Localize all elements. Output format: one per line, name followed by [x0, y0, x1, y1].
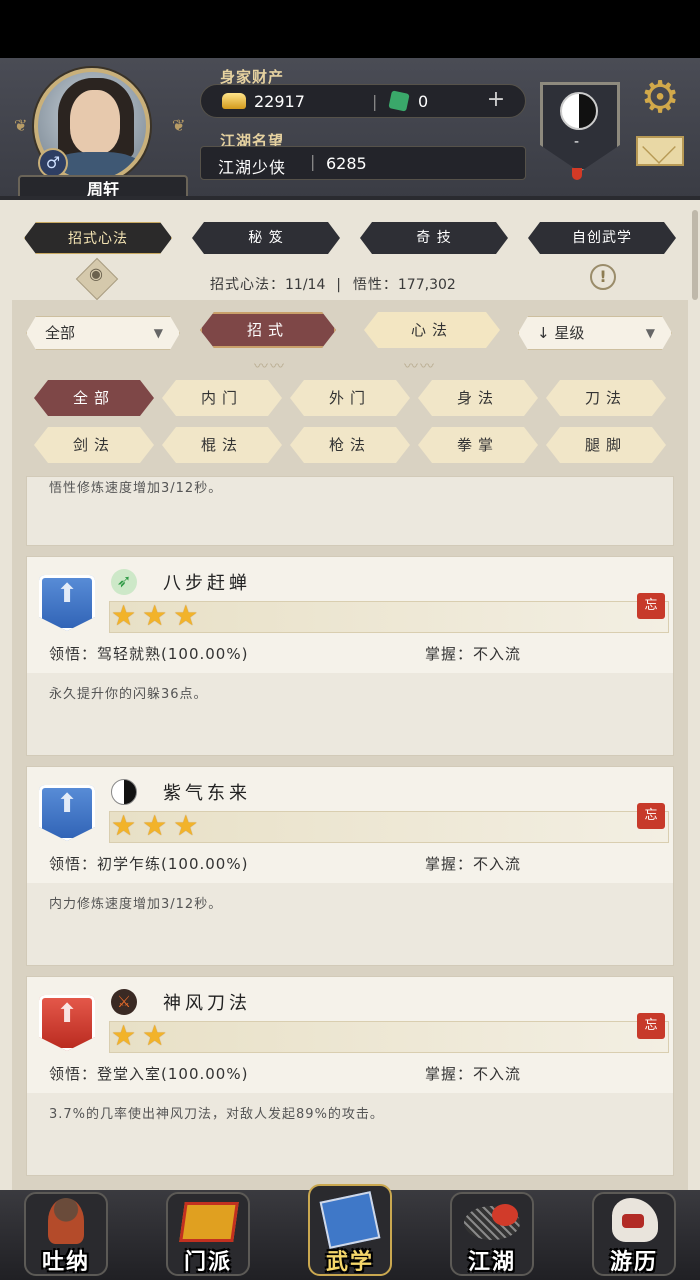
- chip-inner[interactable]: 内门: [162, 380, 282, 416]
- skill-name: 神风刀法: [163, 993, 251, 1014]
- tassel-ornament: [572, 168, 582, 180]
- star-rating: ★★★: [111, 809, 205, 842]
- mastery-value: 不入流: [473, 1065, 522, 1083]
- male-gender-icon: ♂: [38, 148, 68, 178]
- leaf-step-icon: ➶: [111, 569, 137, 595]
- chip-all[interactable]: 全部: [34, 380, 154, 416]
- list-item[interactable]: 悟性修炼速度增加3/12秒。: [26, 476, 674, 546]
- tab-self-created[interactable]: 自创武学: [528, 222, 676, 254]
- monk-icon: [48, 1198, 84, 1244]
- sort-down-icon: ↓: [537, 324, 550, 342]
- gold-ingot-icon: [222, 93, 246, 109]
- chip-leg[interactable]: 腿脚: [546, 427, 666, 463]
- mastery-value: 不入流: [473, 855, 522, 873]
- skill-description: 永久提升你的闪躲36点。: [49, 687, 208, 702]
- blade-skill-icon: ⚔: [111, 989, 137, 1015]
- skill-stats: 招式心法：11/14 | 悟性：177,302: [210, 277, 456, 293]
- skill-description: 3.7%的几率使出神风刀法，对敌人发起89%的攻击。: [49, 1107, 384, 1122]
- star-rating: ★★: [111, 1019, 174, 1052]
- filter-moves[interactable]: 招式: [200, 312, 336, 348]
- skill-name: 八步赶蝉: [163, 573, 251, 594]
- taiji-icon: [560, 92, 598, 130]
- chevron-down-icon: ▼: [153, 326, 163, 340]
- gold-amount: 22917: [254, 92, 305, 111]
- skill-card[interactable]: ⬆ ➶ 八步赶蝉 ★★★ 忘 领悟：驾轻就熟(100.00%) 掌握：不入流 永…: [26, 556, 674, 756]
- nav-sect[interactable]: 门派: [152, 1184, 264, 1280]
- sect-banner-icon: [179, 1202, 239, 1242]
- taiji-skill-icon: [111, 779, 137, 805]
- nav-travel[interactable]: 游历: [578, 1184, 690, 1280]
- chip-staff[interactable]: 棍法: [162, 427, 282, 463]
- mail-icon[interactable]: [636, 136, 684, 166]
- tab-secret-manual[interactable]: 秘 笈: [192, 222, 340, 254]
- comprehension-value: 初学乍练(100.00%): [97, 855, 249, 873]
- fish-icon: [492, 1204, 518, 1226]
- comprehension-value: 驾轻就熟(100.00%): [97, 645, 249, 663]
- mastery-value: 不入流: [473, 645, 522, 663]
- wing-ornament-left: ❦: [14, 116, 28, 135]
- chip-body-method[interactable]: 身法: [418, 380, 538, 416]
- eye-icon[interactable]: [76, 260, 116, 296]
- star-rating: ★★★: [111, 599, 205, 632]
- forget-icon[interactable]: 忘: [637, 593, 665, 619]
- forget-icon[interactable]: 忘: [637, 1013, 665, 1039]
- chip-spear[interactable]: 枪法: [290, 427, 410, 463]
- gear-icon[interactable]: ⚙: [636, 76, 684, 124]
- wing-ornament-right: ❦: [172, 116, 186, 135]
- sect-value: -: [574, 134, 580, 150]
- tab-special-skill[interactable]: 奇 技: [360, 222, 508, 254]
- chip-blade[interactable]: 刀法: [546, 380, 666, 416]
- skill-name: 紫气东来: [163, 783, 251, 804]
- reputation-title: 江湖少侠: [218, 158, 287, 177]
- rank-up-icon: ⬆: [56, 579, 78, 609]
- sort-dropdown[interactable]: ↓ 星级 ▼: [518, 316, 672, 350]
- jade-amount: 0: [418, 92, 429, 111]
- jade-icon: [388, 90, 410, 112]
- player-header: ❦ ❦ ♂ 周轩 身家财产 22917 | 0 + 江湖名望 江湖少侠 | 62…: [0, 58, 700, 205]
- nav-martial-arts[interactable]: 武学: [294, 1184, 406, 1280]
- skill-card[interactable]: ⬆ 紫气东来 ★★★ 忘 领悟：初学乍练(100.00%) 掌握：不入流 内力修…: [26, 766, 674, 966]
- reputation-value: 6285: [326, 154, 367, 173]
- scrollbar[interactable]: [692, 210, 698, 300]
- chip-sword[interactable]: 剑法: [34, 427, 154, 463]
- forget-icon[interactable]: 忘: [637, 803, 665, 829]
- currency-bar: [200, 84, 526, 118]
- skill-description: 悟性修炼速度增加3/12秒。: [49, 481, 223, 496]
- nav-jianghu[interactable]: 江湖: [436, 1184, 548, 1280]
- info-icon[interactable]: !: [590, 264, 616, 290]
- nav-breathing[interactable]: 吐纳: [10, 1184, 122, 1280]
- chevron-down-icon: ▼: [645, 326, 655, 340]
- status-bar-blank: [0, 0, 700, 58]
- category-dropdown[interactable]: 全部 ▼: [26, 316, 180, 350]
- skill-list[interactable]: 悟性修炼速度增加3/12秒。 ⬆ ➶ 八步赶蝉 ★★★ 忘 领悟：驾轻就熟(10…: [26, 476, 674, 1176]
- comprehension-value: 登堂入室(100.00%): [97, 1065, 249, 1083]
- rank-up-icon: ⬆: [56, 999, 78, 1029]
- rank-up-icon: ⬆: [56, 789, 78, 819]
- skill-description: 内力修炼速度增加3/12秒。: [49, 897, 223, 912]
- tab-moves-heart[interactable]: 招式心法: [24, 222, 172, 254]
- filter-heart-method[interactable]: 心法: [364, 312, 500, 348]
- martial-arts-panel: 招式心法 秘 笈 奇 技 自创武学 招式心法：11/14 | 悟性：177,30…: [0, 200, 700, 1190]
- chip-outer[interactable]: 外门: [290, 380, 410, 416]
- chip-fist[interactable]: 拳掌: [418, 427, 538, 463]
- skill-card[interactable]: ⬆ ⚔ 神风刀法 ★★ 忘 领悟：登堂入室(100.00%) 掌握：不入流 3.…: [26, 976, 674, 1176]
- add-currency-button[interactable]: +: [484, 89, 508, 113]
